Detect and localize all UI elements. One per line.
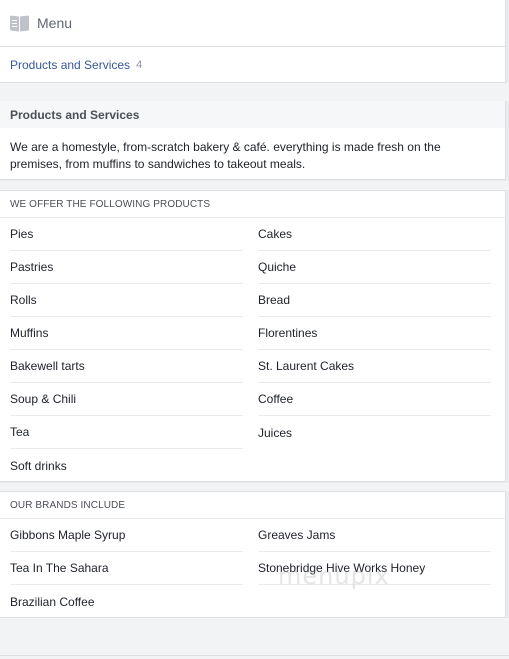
tab-row: Products and Services 4 xyxy=(0,47,506,83)
list-item: Juices xyxy=(258,425,293,440)
list-item: Soft drinks xyxy=(10,458,67,473)
list-item: Pastries xyxy=(10,251,243,284)
list-item: Florentines xyxy=(258,317,491,350)
list-item: Greaves Jams xyxy=(258,519,491,552)
list-item: Coffee xyxy=(258,383,491,416)
menu-header: Menu xyxy=(0,0,506,47)
list-item: Quiche xyxy=(258,251,491,284)
list-item: Bakewell tarts xyxy=(10,350,243,383)
divider xyxy=(0,655,509,656)
list-item: Bread xyxy=(258,284,491,317)
list-item: Stonebridge Hive Works Honey xyxy=(258,552,491,585)
products-grid: Pies Cakes Pastries Quiche Rolls Bread M… xyxy=(0,218,505,482)
list-item: Muffins xyxy=(10,317,243,350)
description-text: We are a homestyle, from-scratch bakery … xyxy=(10,140,441,171)
tab-count-badge: 4 xyxy=(136,58,143,71)
brands-header: OUR BRANDS INCLUDE xyxy=(0,492,505,519)
brands-grid: Gibbons Maple Syrup Greaves Jams Tea In … xyxy=(0,519,505,618)
list-item: Tea xyxy=(10,416,243,449)
section-gap xyxy=(0,483,509,491)
list-item: Gibbons Maple Syrup xyxy=(10,519,243,552)
bottom-spacer xyxy=(0,618,509,659)
products-header: WE OFFER THE FOLLOWING PRODUCTS xyxy=(0,191,505,218)
tab-products-and-services[interactable]: Products and Services xyxy=(10,58,130,72)
products-panel: WE OFFER THE FOLLOWING PRODUCTS Pies Cak… xyxy=(0,190,506,482)
section-title-bar: Products and Services xyxy=(0,101,506,128)
list-item: Tea In The Sahara xyxy=(10,552,243,585)
brands-panel: OUR BRANDS INCLUDE Gibbons Maple Syrup G… xyxy=(0,491,506,618)
list-item: Brazilian Coffee xyxy=(10,594,95,609)
list-item: St. Laurent Cakes xyxy=(258,350,491,383)
list-item: Soup & Chili xyxy=(10,383,243,416)
section-description: We are a homestyle, from-scratch bakery … xyxy=(0,128,506,180)
list-item: Rolls xyxy=(10,284,243,317)
section-gap xyxy=(0,83,509,101)
menu-title: Menu xyxy=(37,15,73,31)
section-title: Products and Services xyxy=(10,107,140,122)
list-item: Cakes xyxy=(258,218,491,251)
list-item: Pies xyxy=(10,218,243,251)
section-gap xyxy=(0,181,509,190)
book-icon xyxy=(10,15,29,32)
